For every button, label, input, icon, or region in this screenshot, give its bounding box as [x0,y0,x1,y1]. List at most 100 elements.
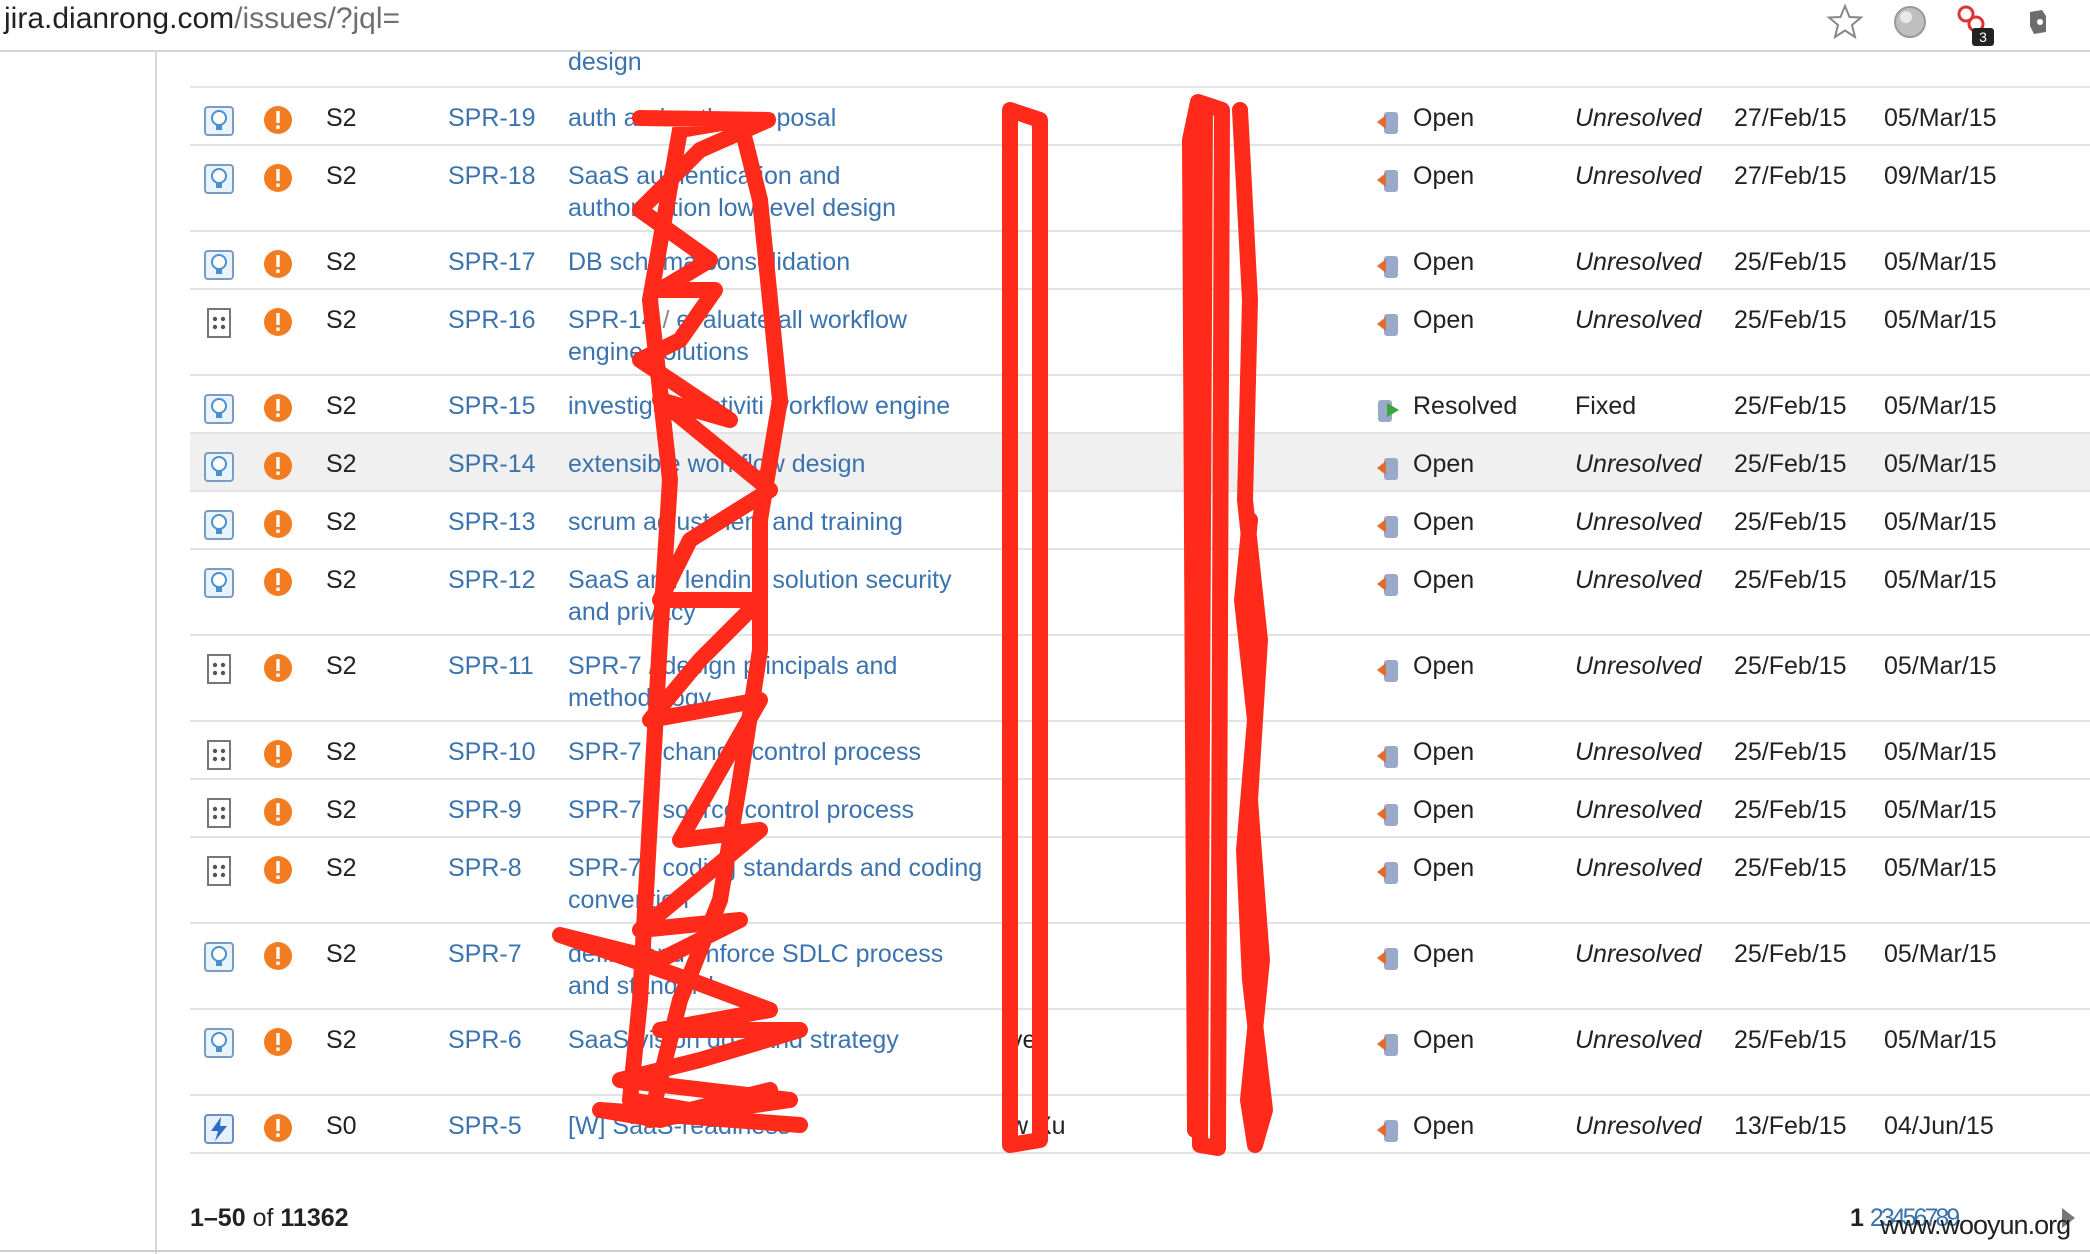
table-row[interactable]: S2 SPR-19 auth and authz proposal Open Unres… [190,88,2090,146]
issue-type-improvement-icon [202,566,236,600]
created-date-cell: 25/Feb/15 [1734,1026,1847,1054]
assignee-cell[interactable]: ve) [1010,1024,1045,1056]
issue-key-link[interactable]: SPR-11 [448,650,534,682]
updated-date-cell: 05/Mar/15 [1884,248,1997,276]
issue-key-link[interactable]: SPR-18 [448,160,536,192]
issue-key-link[interactable]: SPR-16 [448,304,536,336]
table-row[interactable]: S2 SPR-18 SaaS authentication and authoriz… [190,146,2090,232]
issue-table: design S2 SPR-19 auth and authz proposal Op… [190,48,2090,1154]
url-path: /issues/?jql= [234,2,401,35]
issue-key-link[interactable]: SPR-9 [448,794,522,826]
priority-icon [262,248,294,280]
issue-key-link[interactable]: SPR-10 [448,736,536,768]
results-total: 11362 [280,1204,349,1232]
table-row[interactable]: S2 SPR-7 define and enforce SDLC process a… [190,924,2090,1010]
issue-summary-link[interactable]: define and enforce SDLC process and stan… [568,938,988,1002]
priority-icon [262,1112,294,1144]
priority-icon [262,104,294,136]
issue-summary-link[interactable]: investigate activiti workflow engine [568,390,988,422]
evernote-icon[interactable] [2018,2,2058,42]
created-date-cell: 25/Feb/15 [1734,306,1847,334]
issue-type-subtask-icon [202,652,236,686]
updated-date-cell: 05/Mar/15 [1884,940,1997,968]
issue-summary-link[interactable]: SPR-7 / coding standards and coding conv… [568,852,988,916]
severity-cell: S2 [326,508,357,536]
results-range: 1–50 [190,1204,246,1232]
issue-summary-link[interactable]: DB schema consolidation [568,246,988,278]
issue-type-improvement-icon [202,508,236,542]
url-host: jira.dianrong.com [4,2,235,35]
status-open-icon [1374,250,1406,282]
issue-key-link[interactable]: SPR-5 [448,1110,522,1142]
issue-summary-link[interactable]: SaaS vision goal and strategy [568,1024,988,1056]
globe-extension-icon[interactable] [1890,2,1930,42]
created-date-cell: 27/Feb/15 [1734,104,1847,132]
issue-summary-link[interactable]: design [568,48,642,77]
updated-date-cell: 05/Mar/15 [1884,392,1997,420]
table-row[interactable]: S2 SPR-15 investigate activiti workflow en… [190,376,2090,434]
bookmark-star-icon[interactable] [1825,2,1865,42]
priority-icon [262,450,294,482]
table-row[interactable]: S2 SPR-13 scrum adjustment and training Ope… [190,492,2090,550]
updated-date-cell: 05/Mar/15 [1884,104,1997,132]
issue-key-link[interactable]: SPR-15 [448,390,536,422]
extension-icon[interactable]: 3 [1952,2,1994,46]
table-row[interactable]: S2 SPR-17 DB schema consolidation Open Unres… [190,232,2090,290]
resolution-cell: Unresolved [1575,854,1702,882]
status-open-icon [1374,654,1406,686]
created-date-cell: 25/Feb/15 [1734,738,1847,766]
issue-summary-link[interactable]: SPR-7 / source control process [568,794,988,826]
status-open-icon [1374,106,1406,138]
issue-summary-link[interactable]: SPR-7 / change control process [568,736,988,768]
url-field[interactable]: jira.dianrong.com/issues/?jql= [4,2,400,36]
issue-type-improvement-icon [202,162,236,196]
priority-icon [262,652,294,684]
status-open-icon [1374,1114,1406,1146]
issue-type-improvement-icon [202,248,236,282]
priority-icon [262,940,294,972]
table-row[interactable]: S2 SPR-14 extensible workflow design Open Un… [190,434,2090,492]
table-row[interactable]: S2 SPR-9 SPR-7 / source control process Ope… [190,780,2090,838]
priority-icon [262,306,294,338]
severity-cell: S2 [326,854,357,882]
issue-key-link[interactable]: SPR-17 [448,246,536,278]
resolution-cell: Unresolved [1575,940,1702,968]
table-row[interactable]: S2 SPR-16 SPR-14 / evaluate all workflow e… [190,290,2090,376]
issue-summary-link[interactable]: SaaS and lending solution security and p… [568,564,988,628]
issue-summary-link[interactable]: SPR-7 / design principals and methodolog… [568,650,988,714]
table-row[interactable]: S0 SPR-5 [W] SaaS-readiness w Xu Open Unresol… [190,1096,2090,1154]
status-cell: Open [1413,306,1475,334]
browser-address-bar: jira.dianrong.com/issues/?jql= 3 [0,0,2090,52]
severity-cell: S2 [326,162,357,190]
issue-key-link[interactable]: SPR-8 [448,852,522,884]
table-row[interactable]: S2 SPR-11 SPR-7 / design principals and me… [190,636,2090,722]
table-row[interactable]: S2 SPR-6 SaaS vision goal and strategy ve) O… [190,1010,2090,1096]
issue-key-link[interactable]: SPR-19 [448,102,536,134]
issue-summary-link[interactable]: SPR-14 / evaluate all workflow engine so… [568,304,988,368]
issue-summary-link[interactable]: auth and authz proposal [568,102,988,134]
table-row[interactable]: S2 SPR-8 SPR-7 / coding standards and codi… [190,838,2090,924]
window-bottom-border [0,1250,2090,1252]
results-count: 1–50 of 11362 [190,1204,349,1233]
table-row[interactable]: S2 SPR-12 SaaS and lending solution securi… [190,550,2090,636]
updated-date-cell: 05/Mar/15 [1884,652,1997,680]
issue-summary-link[interactable]: extensible workflow design [568,448,988,480]
issue-type-improvement-icon [202,940,236,974]
table-row[interactable]: S2 SPR-10 SPR-7 / change control process Op… [190,722,2090,780]
severity-cell: S2 [326,566,357,594]
status-open-icon [1374,164,1406,196]
issue-key-link[interactable]: SPR-13 [448,506,536,538]
issue-key-link[interactable]: SPR-7 [448,938,522,970]
created-date-cell: 25/Feb/15 [1734,392,1847,420]
updated-date-cell: 04/Jun/15 [1884,1112,1994,1140]
updated-date-cell: 05/Mar/15 [1884,854,1997,882]
issue-summary-link[interactable]: [W] SaaS-readiness [568,1110,988,1142]
issue-key-link[interactable]: SPR-6 [448,1024,522,1056]
severity-cell: S2 [326,450,357,478]
created-date-cell: 25/Feb/15 [1734,796,1847,824]
issue-summary-link[interactable]: scrum adjustment and training [568,506,988,538]
issue-key-link[interactable]: SPR-12 [448,564,536,596]
issue-key-link[interactable]: SPR-14 [448,448,536,480]
assignee-cell[interactable]: w Xu [1010,1110,1066,1142]
issue-summary-link[interactable]: SaaS authentication and authorization lo… [568,160,988,224]
